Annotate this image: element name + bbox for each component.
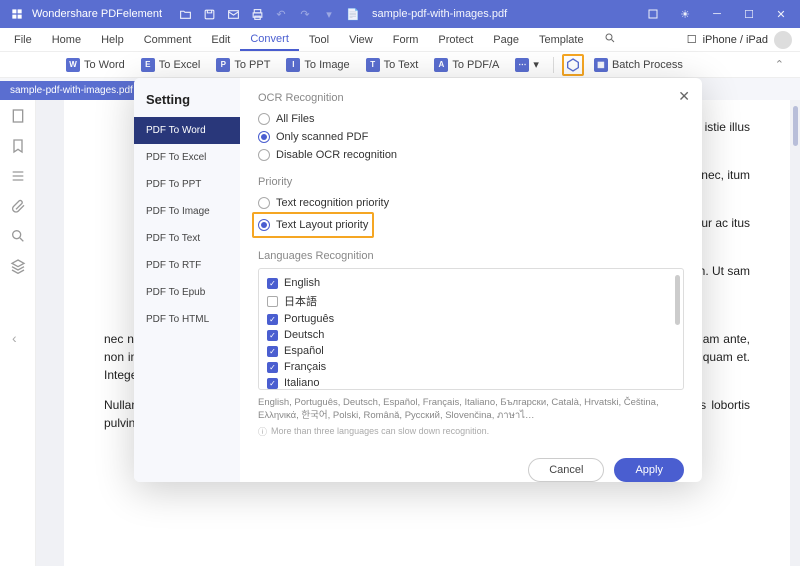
menu-home[interactable]: Home: [42, 30, 91, 50]
convert-settings-modal: Setting PDF To Word PDF To Excel PDF To …: [134, 78, 702, 482]
ocr-section-label: OCR Recognition: [258, 92, 684, 104]
to-text-button[interactable]: TTo Text: [360, 56, 425, 74]
thumbnails-icon[interactable]: [10, 108, 26, 124]
undo-icon[interactable]: ↶: [270, 3, 292, 25]
menu-page[interactable]: Page: [483, 30, 529, 50]
more-formats-button[interactable]: ⋯▾: [509, 56, 545, 74]
toolbar-collapse-icon[interactable]: ⌃: [767, 58, 792, 71]
convert-settings-button[interactable]: [562, 54, 584, 76]
redo-icon[interactable]: ↷: [294, 3, 316, 25]
lang-deutsch[interactable]: ✓Deutsch: [267, 327, 675, 343]
to-image-button[interactable]: ITo Image: [280, 56, 355, 74]
sun-icon[interactable]: ☀: [670, 2, 700, 26]
languages-section-label: Languages Recognition: [258, 250, 684, 262]
document-tab[interactable]: sample-pdf-with-images.pdf✕: [0, 81, 151, 100]
modal-sidebar: Setting PDF To Word PDF To Excel PDF To …: [134, 78, 240, 482]
menubar: File Home Help Comment Edit Convert Tool…: [0, 28, 800, 52]
lang-portuguese[interactable]: ✓Português: [267, 311, 675, 327]
search-icon[interactable]: [594, 28, 626, 51]
convert-toolbar: WTo Word ETo Excel PTo PPT ITo Image TTo…: [0, 52, 800, 78]
expand-icon[interactable]: [638, 2, 668, 26]
mail-icon[interactable]: [222, 3, 244, 25]
titlebar: Wondershare PDFelement ↶ ↷ ▾ 📄 sample-pd…: [0, 0, 800, 28]
ocr-scanned-radio[interactable]: Only scanned PDF: [258, 128, 684, 146]
chevron-down-icon[interactable]: ▾: [318, 3, 340, 25]
ocr-disable-radio[interactable]: Disable OCR recognition: [258, 146, 684, 164]
info-icon: ⓘ: [258, 425, 267, 438]
maximize-icon[interactable]: ☐: [734, 2, 764, 26]
menu-comment[interactable]: Comment: [134, 30, 202, 50]
menu-help[interactable]: Help: [91, 30, 134, 50]
modal-body: ✕ OCR Recognition All Files Only scanned…: [240, 78, 702, 482]
menu-view[interactable]: View: [339, 30, 383, 50]
menu-template[interactable]: Template: [529, 30, 594, 50]
doc-icon: 📄: [342, 3, 364, 25]
lang-francais[interactable]: ✓Français: [267, 359, 675, 375]
save-icon[interactable]: [198, 3, 220, 25]
prev-page-icon[interactable]: ‹: [12, 330, 17, 346]
priority-section-label: Priority: [258, 176, 684, 188]
close-modal-icon[interactable]: ✕: [678, 88, 690, 105]
priority-text-recognition-radio[interactable]: Text recognition priority: [258, 194, 684, 212]
languages-listbox[interactable]: ✓English 日本語 ✓Português ✓Deutsch ✓Españo…: [258, 268, 684, 390]
lang-english[interactable]: ✓English: [267, 275, 675, 291]
lang-italiano[interactable]: ✓Italiano: [267, 375, 675, 390]
menu-file[interactable]: File: [4, 30, 42, 50]
app-title: Wondershare PDFelement: [32, 8, 162, 20]
lang-espanol[interactable]: ✓Español: [267, 343, 675, 359]
to-ppt-button[interactable]: PTo PPT: [210, 56, 276, 74]
print-icon[interactable]: [246, 3, 268, 25]
list-icon[interactable]: [10, 168, 26, 184]
apply-button[interactable]: Apply: [614, 458, 684, 482]
modal-side-pdf-to-epub[interactable]: PDF To Epub: [134, 279, 240, 306]
iphone-ipad-link[interactable]: iPhone / iPad: [703, 34, 768, 46]
modal-side-pdf-to-word[interactable]: PDF To Word: [134, 117, 240, 144]
menu-edit[interactable]: Edit: [201, 30, 240, 50]
languages-scrollbar[interactable]: [675, 275, 680, 325]
batch-process-button[interactable]: ▦Batch Process: [588, 56, 689, 74]
modal-title: Setting: [134, 78, 240, 117]
modal-side-pdf-to-image[interactable]: PDF To Image: [134, 198, 240, 225]
modal-side-pdf-to-text[interactable]: PDF To Text: [134, 225, 240, 252]
close-window-icon[interactable]: ✕: [766, 2, 796, 26]
languages-summary: English, Português, Deutsch, Español, Fr…: [258, 396, 684, 423]
modal-side-pdf-to-html[interactable]: PDF To HTML: [134, 306, 240, 333]
priority-text-layout-radio[interactable]: Text Layout priority: [258, 216, 368, 234]
menu-form[interactable]: Form: [383, 30, 429, 50]
device-icon: ☐: [687, 33, 697, 46]
modal-side-pdf-to-rtf[interactable]: PDF To RTF: [134, 252, 240, 279]
to-word-button[interactable]: WTo Word: [60, 56, 131, 74]
bookmark-icon[interactable]: [10, 138, 26, 154]
folder-icon[interactable]: [174, 3, 196, 25]
cancel-button[interactable]: Cancel: [528, 458, 604, 482]
search-sidebar-icon[interactable]: [10, 228, 26, 244]
modal-side-pdf-to-ppt[interactable]: PDF To PPT: [134, 171, 240, 198]
app-logo-icon: [8, 5, 26, 23]
ocr-all-files-radio[interactable]: All Files: [258, 110, 684, 128]
lang-japanese[interactable]: 日本語: [267, 291, 675, 311]
left-sidebar: [0, 100, 36, 566]
menu-convert[interactable]: Convert: [240, 29, 299, 51]
to-pdfa-button[interactable]: ATo PDF/A: [428, 56, 505, 74]
menu-protect[interactable]: Protect: [428, 30, 483, 50]
layers-icon[interactable]: [10, 258, 26, 274]
menu-tool[interactable]: Tool: [299, 30, 339, 50]
languages-note: ⓘMore than three languages can slow down…: [258, 425, 684, 438]
modal-side-pdf-to-excel[interactable]: PDF To Excel: [134, 144, 240, 171]
attachment-icon[interactable]: [10, 198, 26, 214]
avatar[interactable]: [774, 31, 792, 49]
to-excel-button[interactable]: ETo Excel: [135, 56, 207, 74]
titlebar-doc-name: sample-pdf-with-images.pdf: [372, 8, 507, 20]
scrollbar[interactable]: [793, 106, 798, 146]
minimize-icon[interactable]: ─: [702, 2, 732, 26]
